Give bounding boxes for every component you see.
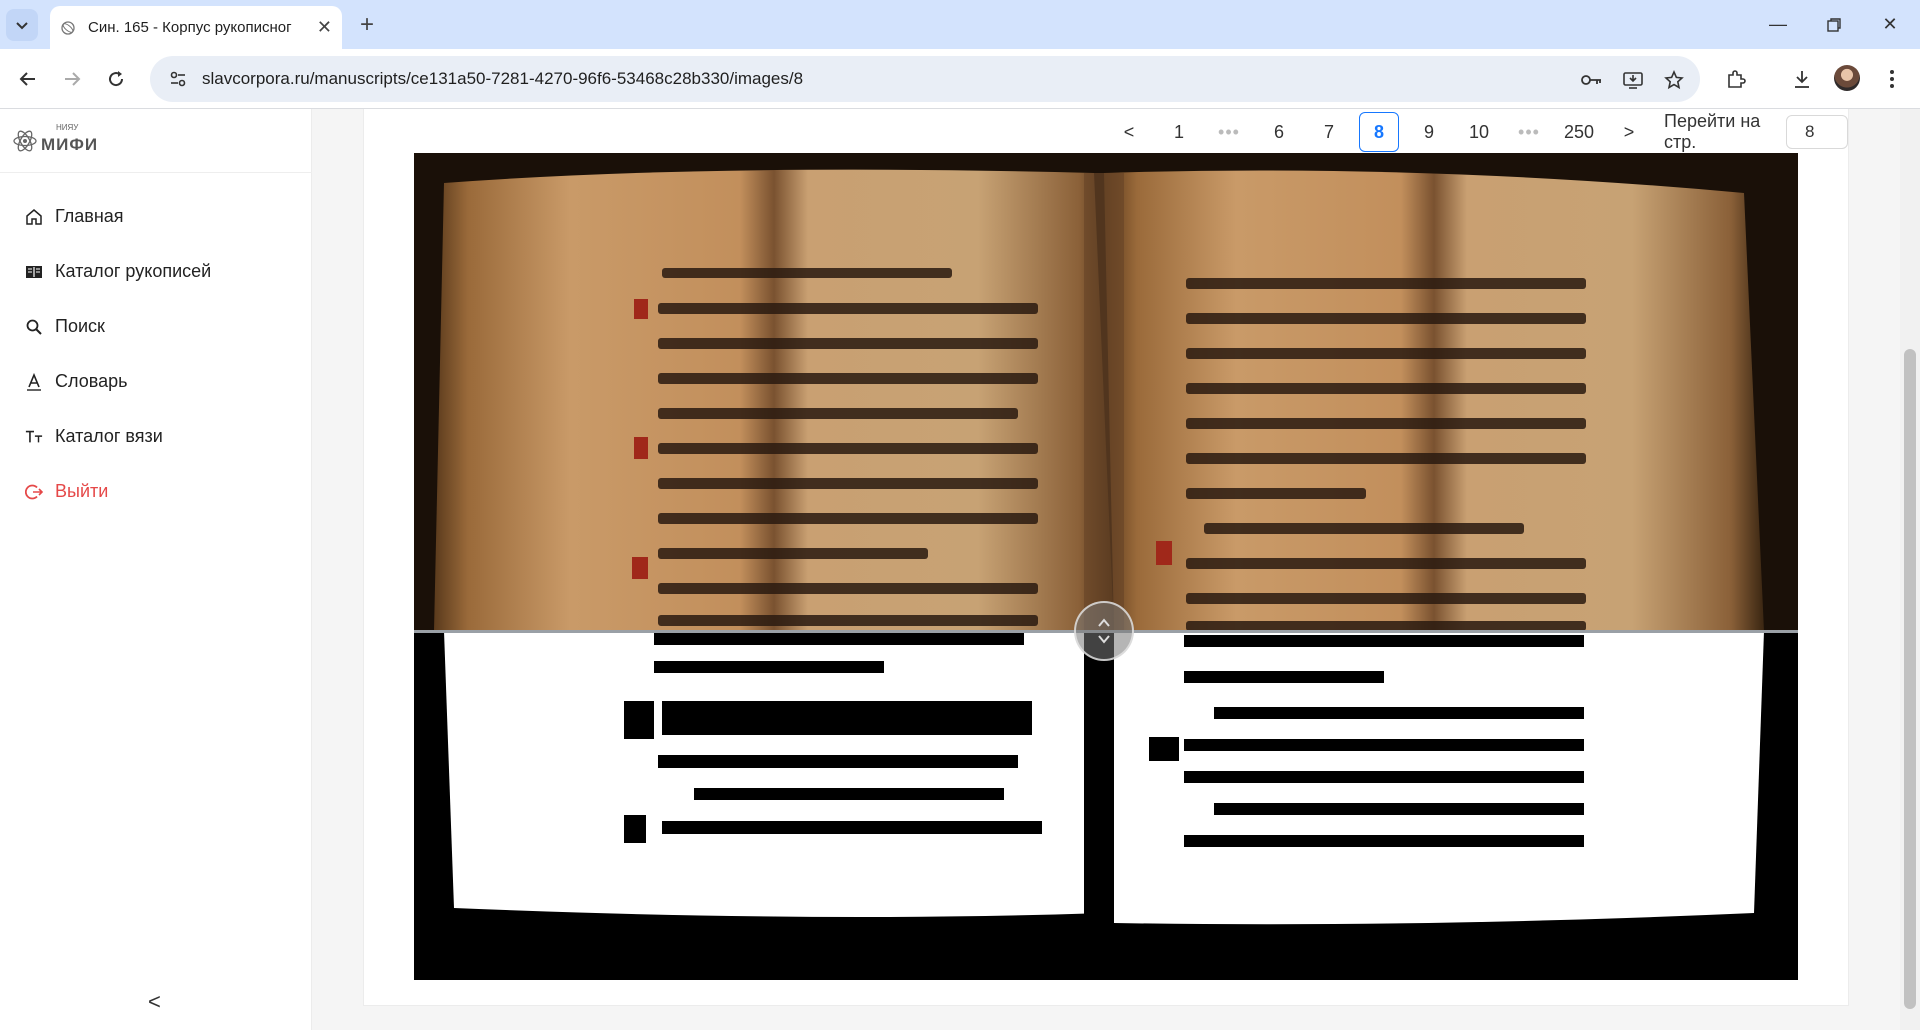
pagination-page[interactable]: 10 [1459, 112, 1499, 152]
browser-toolbar: slavcorpora.ru/manuscripts/ce131a50-7281… [0, 49, 1920, 109]
tab-title: Син. 165 - Корпус рукописног [88, 19, 292, 36]
page-body: НИЯУ МИФИ Главная Каталог рукописей Поис… [0, 109, 1920, 1030]
pagination-page[interactable]: 9 [1409, 112, 1449, 152]
book-icon [25, 263, 43, 281]
scrollbar-thumb[interactable] [1904, 349, 1916, 1009]
reload-button[interactable] [100, 63, 132, 95]
text-size-icon [25, 428, 43, 446]
restore-button[interactable] [1806, 0, 1862, 49]
pagination-ellipsis[interactable]: ••• [1209, 112, 1249, 152]
extensions-icon[interactable] [1720, 63, 1752, 95]
sidebar-item-ligature-catalog[interactable]: Каталог вязи [0, 409, 312, 464]
bookmark-star-icon[interactable] [1662, 68, 1686, 92]
logo-text: МИФИ [41, 135, 99, 154]
sidebar-item-label: Выйти [55, 481, 109, 501]
goto-page-input[interactable] [1786, 115, 1848, 149]
tab-close-icon[interactable]: ✕ [317, 17, 332, 38]
site-favicon-icon [61, 20, 75, 35]
sidebar-item-home[interactable]: Главная [0, 189, 312, 244]
profile-avatar[interactable] [1834, 65, 1860, 91]
sidebar-divider [0, 172, 312, 173]
tab-search-button[interactable] [6, 9, 38, 41]
pagination-page[interactable]: 1 [1159, 112, 1199, 152]
sidebar-item-label: Главная [55, 206, 124, 226]
pagination-page-current[interactable]: 8 [1359, 112, 1399, 152]
arrow-left-icon [19, 72, 35, 86]
password-key-icon[interactable] [1580, 68, 1604, 92]
pagination-page[interactable]: 7 [1309, 112, 1349, 152]
logo-small-text: НИЯУ [56, 123, 79, 132]
manuscript-image [414, 153, 1798, 980]
reload-icon [109, 71, 124, 87]
pagination: < 1 ••• 6 7 8 9 10 ••• 250 > Перейти на … [1104, 109, 1848, 155]
pagination-page[interactable]: 250 [1559, 112, 1599, 152]
logo[interactable]: НИЯУ МИФИ [12, 123, 98, 159]
manuscript-image-comparison[interactable] [414, 153, 1798, 980]
search-icon [25, 318, 43, 336]
install-app-icon[interactable] [1621, 68, 1645, 92]
home-icon [25, 208, 43, 226]
new-tab-button[interactable]: + [352, 10, 382, 40]
pagination-prev[interactable]: < [1109, 112, 1149, 152]
sidebar-item-search[interactable]: Поиск [0, 299, 312, 354]
sidebar-item-manuscript-catalog[interactable]: Каталог рукописей [0, 244, 312, 299]
goto-page-label: Перейти на стр. [1664, 111, 1761, 152]
drag-handle-icon [1098, 618, 1110, 644]
more-menu-icon[interactable] [1876, 63, 1908, 95]
logout-icon [25, 483, 43, 501]
back-button[interactable] [12, 63, 44, 95]
sidebar-item-label: Словарь [55, 371, 128, 391]
sidebar-menu: Главная Каталог рукописей Поиск Словарь [0, 189, 312, 519]
close-window-button[interactable]: ✕ [1862, 0, 1918, 49]
minimize-button[interactable]: — [1750, 0, 1806, 49]
chevron-down-icon [16, 22, 28, 30]
comparison-slider-handle[interactable] [1074, 601, 1134, 661]
address-bar[interactable]: slavcorpora.ru/manuscripts/ce131a50-7281… [150, 56, 1700, 102]
page-scrollbar[interactable] [1900, 109, 1920, 1030]
sidebar-item-label: Каталог вязи [55, 426, 163, 446]
browser-tab-active[interactable]: Син. 165 - Корпус рукописног ✕ [50, 6, 342, 49]
forward-button[interactable] [56, 63, 88, 95]
arrow-right-icon [65, 72, 81, 86]
browser-tab-bar: Син. 165 - Корпус рукописног ✕ + — ✕ [0, 0, 1920, 49]
url-text: slavcorpora.ru/manuscripts/ce131a50-7281… [202, 69, 804, 88]
pagination-next[interactable]: > [1609, 112, 1649, 152]
sidebar-collapse-button[interactable]: < [148, 989, 161, 1015]
dictionary-icon [25, 372, 43, 391]
sidebar: НИЯУ МИФИ Главная Каталог рукописей Поис… [0, 109, 312, 1030]
sidebar-item-dictionary[interactable]: Словарь [0, 354, 312, 409]
sidebar-item-label: Каталог рукописей [55, 261, 212, 281]
sidebar-item-logout[interactable]: Выйти [0, 464, 312, 519]
pagination-page[interactable]: 6 [1259, 112, 1299, 152]
sidebar-item-label: Поиск [55, 316, 105, 336]
downloads-icon[interactable] [1786, 63, 1818, 95]
site-info-icon[interactable] [158, 70, 198, 88]
restore-icon [1827, 17, 1841, 32]
pagination-ellipsis[interactable]: ••• [1509, 112, 1549, 152]
atom-logo-icon [13, 130, 37, 152]
